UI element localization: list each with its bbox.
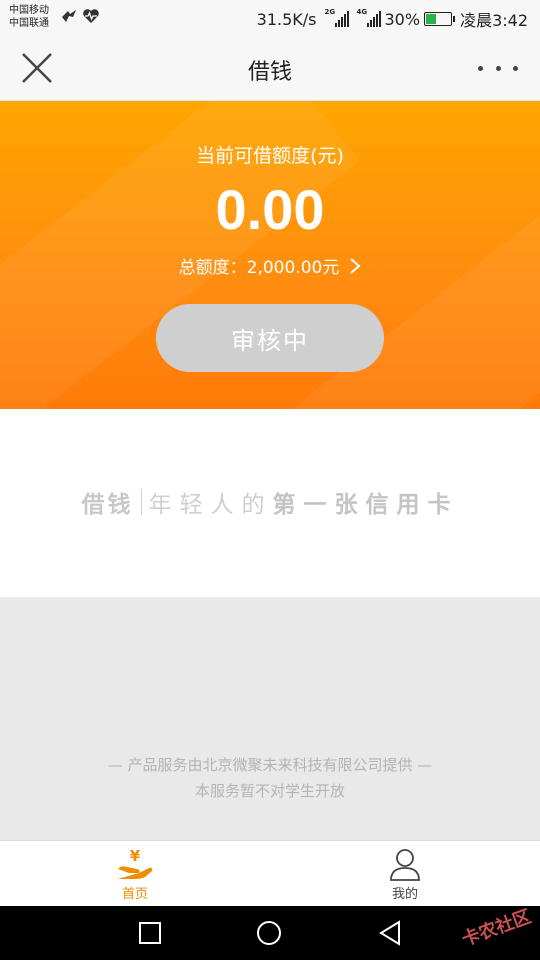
slogan-divider (140, 489, 142, 515)
student-notice: 本服务暂不对学生开放 (194, 782, 345, 800)
slogan: 借钱 年轻人的第一张信用卡 (0, 485, 540, 519)
tab-mine[interactable]: 我的 (365, 847, 445, 903)
slogan-part-1: 年轻人的 (148, 492, 273, 518)
svg-text:¥: ¥ (130, 847, 141, 865)
tab-home-label: 首页 (121, 887, 148, 902)
footer-text: — 产品服务由北京微聚未来科技有限公司提供 — 本服务暂不对学生开放 (0, 752, 540, 804)
footer-section: — 产品服务由北京微聚未来科技有限公司提供 — 本服务暂不对学生开放 (0, 597, 540, 840)
circle-icon (257, 921, 281, 945)
notification-bird-icon (62, 10, 76, 22)
home-yen-hand-icon: ¥ (118, 847, 153, 879)
signal-tag-2: 4G (356, 8, 368, 16)
more-menu-button[interactable] (478, 56, 518, 80)
slogan-text: 年轻人的第一张信用卡 (149, 485, 459, 519)
heart-pulse-icon (83, 9, 99, 23)
system-nav-bar: 卡农社区 (0, 906, 540, 960)
slogan-section: 借钱 年轻人的第一张信用卡 (0, 409, 540, 597)
triangle-back-icon (379, 920, 400, 946)
status-bar: 中国移动 中国联通 31.5K/s 2G 4G 30% 凌晨3:42 (0, 0, 540, 36)
available-credit-label: 当前可借额度(元) (196, 145, 344, 167)
tab-bar: ¥ 首页 我的 (0, 840, 540, 906)
more-dot-icon (513, 65, 518, 71)
notification-icons (60, 8, 100, 24)
carrier-1: 中国移动 (9, 5, 49, 16)
more-dot-icon (495, 65, 501, 71)
more-dot-icon (478, 65, 483, 71)
under-review-button[interactable]: 审核中 (156, 304, 384, 372)
battery-percent: 30% (384, 9, 421, 29)
status-right: 31.5K/s 2G 4G 30% 凌晨3:42 (257, 7, 528, 31)
signal-tag-1: 2G (324, 8, 336, 16)
nav-bar: 借钱 (0, 36, 540, 101)
tab-home[interactable]: ¥ 首页 (95, 847, 175, 903)
carrier-2: 中国联通 (9, 18, 49, 29)
net-speed: 31.5K/s (256, 9, 317, 29)
slogan-brand: 借钱 (81, 492, 134, 518)
chevron-right-icon (350, 257, 361, 274)
total-credit-value: 2,000.00元 (246, 258, 340, 278)
total-credit-label: 总额度： (178, 258, 247, 278)
watermark: 卡农社区 (459, 906, 534, 951)
provider-notice: — 产品服务由北京微聚未来科技有限公司提供 — (107, 756, 433, 774)
signal-4g-icon: 4G (357, 8, 381, 27)
page-title: 借钱 (247, 60, 292, 85)
user-icon (390, 849, 420, 881)
tab-mine-label: 我的 (391, 887, 418, 902)
credit-hero: 当前可借额度(元) 0.00 总额度：2,000.00元 审核中 (0, 101, 540, 409)
signal-2g-icon: 2G (325, 8, 349, 27)
back-button[interactable] (377, 920, 403, 946)
battery-icon (424, 12, 456, 26)
slogan-part-2: 第一张信用卡 (272, 492, 459, 518)
clock: 凌晨3:42 (460, 11, 528, 30)
recent-apps-button[interactable] (137, 920, 163, 946)
total-credit-link[interactable]: 总额度：2,000.00元 (0, 253, 540, 278)
available-credit-amount: 0.00 (215, 178, 325, 241)
square-icon (139, 922, 161, 944)
carrier-info: 中国移动 中国联通 (9, 4, 49, 30)
home-button[interactable] (256, 920, 282, 946)
